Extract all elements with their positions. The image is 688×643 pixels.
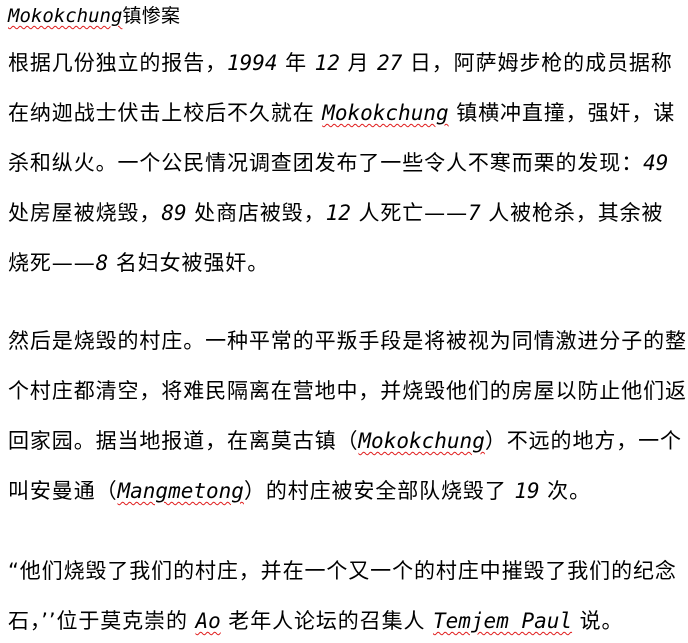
text-run: 次。 — [539, 479, 591, 503]
houses-count: 49 — [643, 151, 669, 175]
deaths-count: 12 — [325, 201, 351, 225]
text-run: 处房屋被烧毁， — [8, 201, 162, 225]
text-run: 老年人论坛的召集人 — [220, 609, 433, 633]
times-count: 19 — [514, 479, 540, 503]
text-run: 日，阿萨姆步枪的成员据称 — [402, 51, 673, 75]
shot-count: 7 — [467, 201, 481, 225]
year-number: 1994 — [227, 51, 278, 75]
p3-line-2: 石，’’位于莫克崇的 Ao 老年人论坛的召集人 Temjem Paul 说。 — [8, 608, 623, 634]
text-run: 然后是烧毁的村庄。一种平常的平叛手段是将被视为同情激进分子的整 — [8, 329, 687, 353]
text-run: 人死亡—— — [350, 201, 468, 225]
p1-line-3: 杀和纵火。一个公民情况调查团发布了一些令人不寒而栗的发现：49 — [8, 150, 668, 176]
text-run: 年 — [277, 51, 315, 75]
text-run: 烧死—— — [8, 251, 96, 275]
misspelled-word[interactable]: Mangmetong — [118, 479, 244, 503]
p1-line-2: 在纳迦战士伏击上校后不久就在 Mokokchung 镇横冲直撞，强奸，谋 — [8, 100, 675, 126]
document-title: Mokokchung镇惨案 — [8, 3, 180, 29]
text-run: 月 — [339, 51, 377, 75]
p1-line-1: 根据几份独立的报告，1994 年 12 月 27 日，阿萨姆步枪的成员据称 — [8, 50, 673, 76]
misspelled-word[interactable]: Mokokchung — [8, 5, 122, 27]
text-run: 名妇女被强奸。 — [108, 251, 270, 275]
p2-line-3: 回家园。据当地报道，在离莫古镇（Mokokchung）不远的地方，一个 — [8, 428, 682, 454]
text-run: 处商店被毁， — [186, 201, 326, 225]
text-run: 根据几份独立的报告， — [8, 51, 227, 75]
p1-line-5: 烧死——8 名妇女被强奸。 — [8, 250, 269, 276]
misspelled-word[interactable]: Mokokchung — [322, 101, 448, 125]
day-number: 27 — [377, 51, 403, 75]
text-run: 说。 — [572, 609, 624, 633]
text-run: “他们烧毁了我们的村庄，并在一个又一个的村庄中摧毁了我们的纪念 — [8, 559, 677, 583]
text-run: 石，’’位于莫克崇的 — [8, 609, 196, 633]
p2-line-2: 个村庄都清空，将难民隔离在营地中，并烧毁他们的房屋以防止他们返 — [8, 378, 687, 404]
text-run: 在纳迦战士伏击上校后不久就在 — [8, 101, 323, 125]
text-run: 杀和纵火。一个公民情况调查团发布了一些令人不寒而栗的发现： — [8, 151, 644, 175]
women-count: 8 — [95, 251, 109, 275]
title-text: 镇惨案 — [122, 5, 181, 27]
text-run: 叫安曼通（ — [8, 479, 118, 503]
text-run: 镇横冲直撞，强奸，谋 — [448, 101, 676, 125]
p2-line-1: 然后是烧毁的村庄。一种平常的平叛手段是将被视为同情激进分子的整 — [8, 328, 687, 354]
p2-line-4: 叫安曼通（Mangmetong）的村庄被安全部队烧毁了 19 次。 — [8, 478, 591, 504]
month-number: 12 — [314, 51, 340, 75]
text-run: 回家园。据当地报道，在离莫古镇（ — [8, 429, 359, 453]
p1-line-4: 处房屋被烧毁，89 处商店被毁，12 人死亡——7 人被枪杀，其余被 — [8, 200, 663, 226]
p3-line-1: “他们烧毁了我们的村庄，并在一个又一个的村庄中摧毁了我们的纪念 — [8, 558, 677, 584]
misspelled-word[interactable]: Temjem Paul — [433, 609, 572, 633]
misspelled-word[interactable]: Ao — [195, 609, 220, 633]
shops-count: 89 — [161, 201, 187, 225]
text-run: 人被枪杀，其余被 — [480, 201, 664, 225]
text-run: ）不远的地方，一个 — [484, 429, 682, 453]
text-run: ）的村庄被安全部队烧毁了 — [243, 479, 515, 503]
misspelled-word[interactable]: Mokokchung — [358, 429, 484, 453]
text-run: 个村庄都清空，将难民隔离在营地中，并烧毁他们的房屋以防止他们返 — [8, 379, 687, 403]
